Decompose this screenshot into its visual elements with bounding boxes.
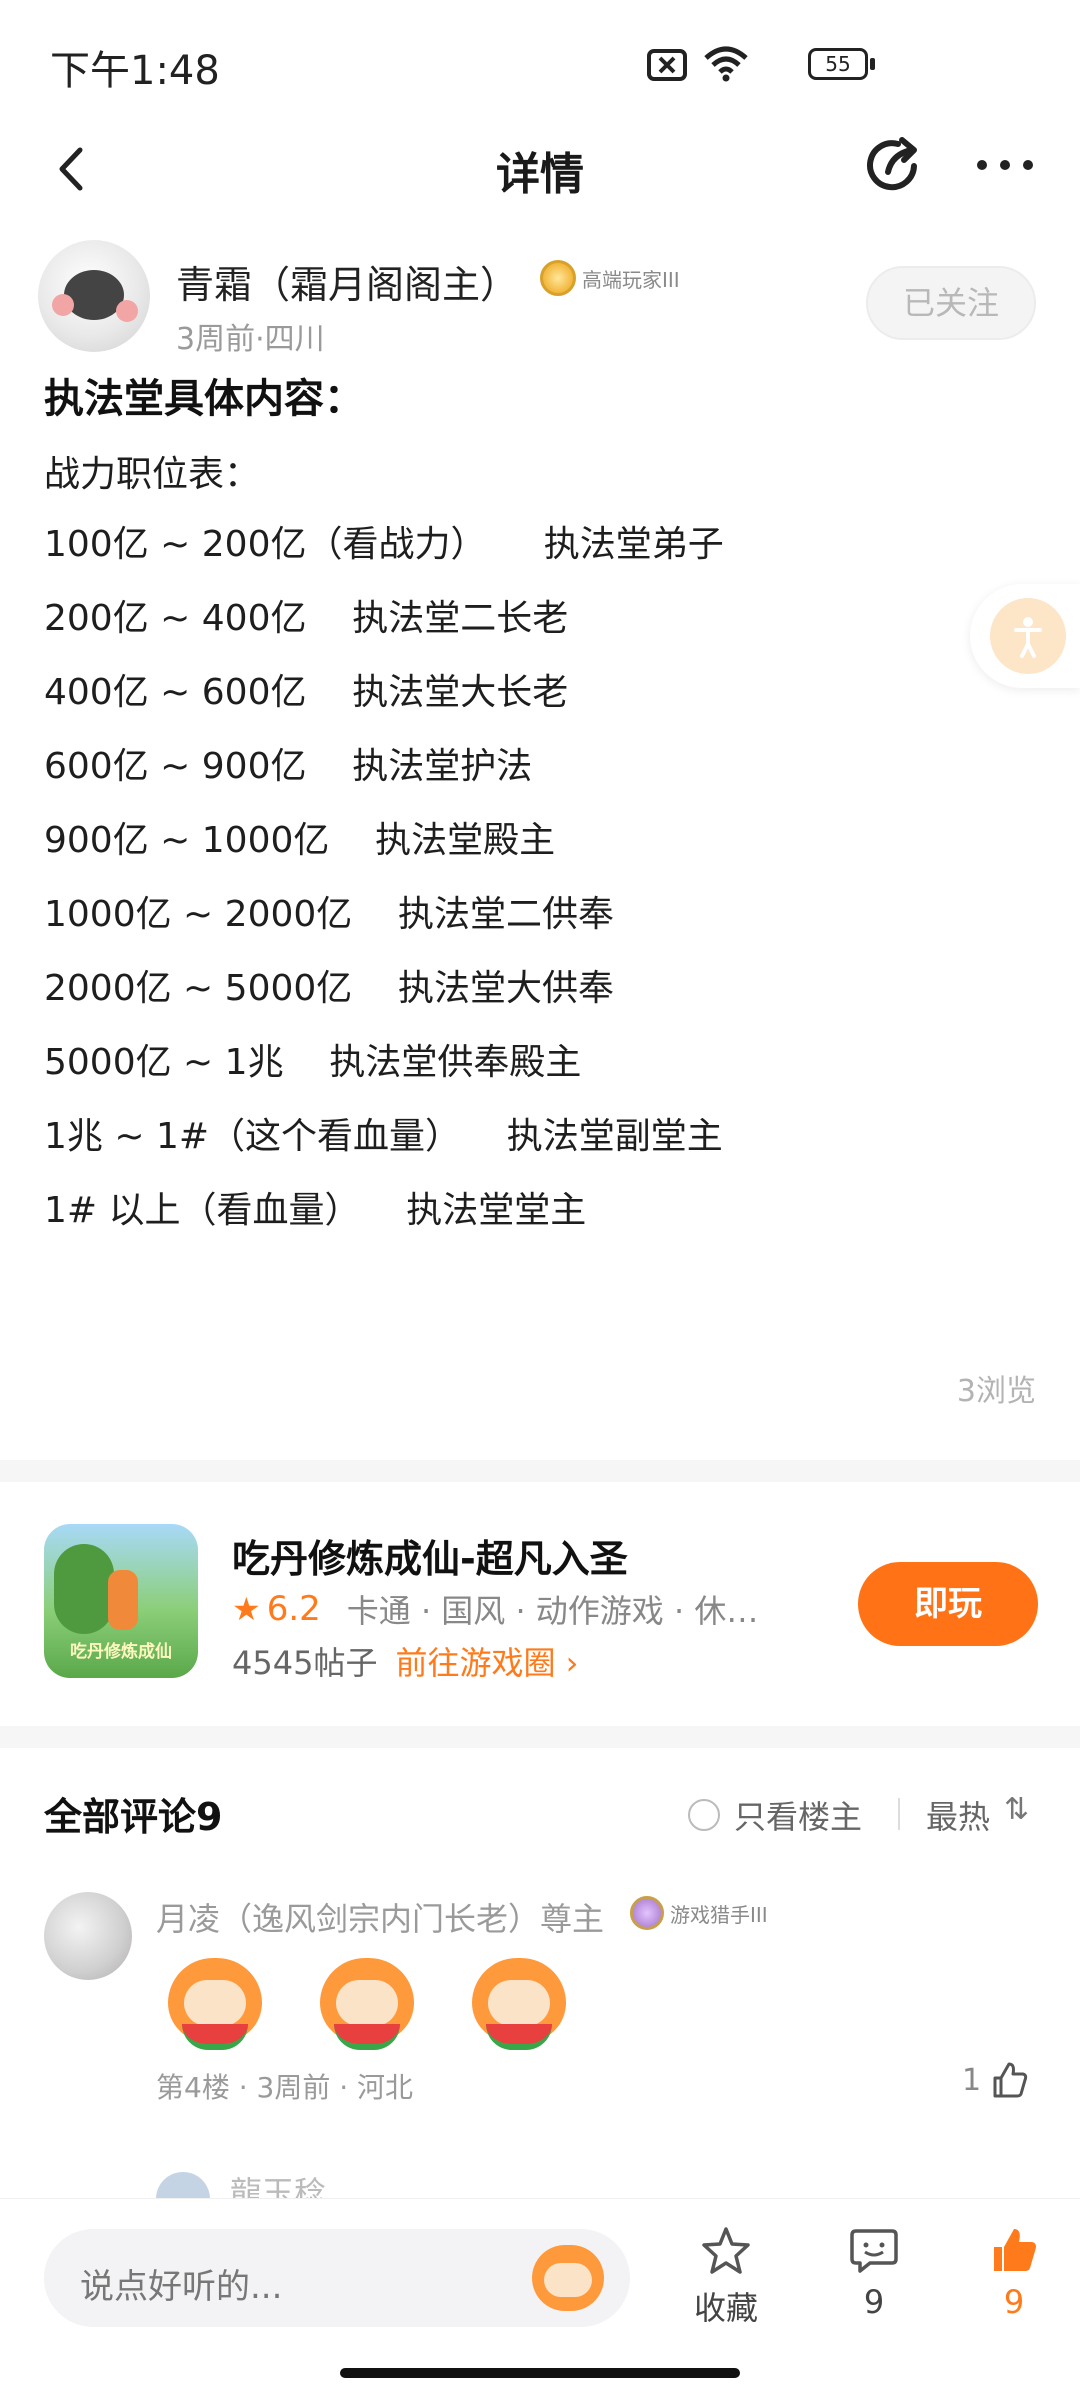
favorite-label: 收藏	[693, 2289, 758, 2327]
thumbs-up-filled-icon	[994, 2229, 1036, 2271]
avatar-face	[64, 270, 124, 320]
game-title[interactable]: 吃丹修炼成仙-超凡入圣	[232, 1528, 628, 1583]
nav-bar: 详情	[0, 120, 1080, 220]
comment-like-count: 1	[962, 2062, 982, 2098]
badge-label: 高端玩家III	[582, 267, 680, 292]
accessibility-icon	[990, 598, 1066, 674]
home-indicator[interactable]	[340, 2368, 740, 2378]
comments-title: 全部评论9	[44, 1795, 223, 1839]
radio-icon	[688, 1799, 720, 1831]
avatar[interactable]	[44, 1892, 132, 1980]
article-heading: 执法堂具体内容：	[44, 376, 364, 422]
section-divider	[0, 1726, 1080, 1748]
game-card[interactable]: 吃丹修炼成仙 吃丹修炼成仙-超凡入圣 ★ 6.2 卡通 · 国风 · 动作游戏 …	[0, 1482, 1080, 1726]
game-circle-link[interactable]: 前往游戏圈 ›	[395, 1638, 578, 1684]
article-line: 1# 以上（看血量） 执法堂堂主	[44, 1190, 587, 1231]
game-tags: 卡通 · 国风 · 动作游戏 · 休…	[346, 1592, 759, 1630]
divider	[898, 1798, 900, 1830]
floating-accessibility-button[interactable]	[970, 584, 1080, 688]
article-line: 1000亿 ~ 2000亿 执法堂二供奉	[44, 894, 615, 935]
author-badge[interactable]: 高端玩家III	[540, 260, 680, 296]
article-body: 执法堂具体内容： 战力职位表： 100亿 ~ 200亿（看战力） 执法堂弟子 2…	[44, 366, 1004, 1248]
game-rating: 6.2	[266, 1589, 321, 1629]
article-line: 2000亿 ~ 5000亿 执法堂大供奉	[44, 968, 615, 1009]
view-count: 3浏览	[956, 1374, 1036, 1409]
author-row: 青霜（霜月阁阁主） 高端玩家III 3周前·四川 已关注	[0, 230, 1080, 360]
play-button[interactable]: 即玩	[858, 1562, 1038, 1646]
star-outline-icon	[702, 2227, 750, 2274]
game-icon-tree	[54, 1544, 114, 1634]
like-count: 9	[1003, 2283, 1025, 2321]
comment-count: 9	[863, 2283, 885, 2321]
only-op-label: 只看楼主	[734, 1798, 863, 1836]
more-icon[interactable]	[970, 130, 1040, 200]
game-post-count: 4545帖子	[232, 1644, 378, 1682]
person-icon	[1014, 617, 1042, 658]
only-op-toggle[interactable]: 只看楼主	[688, 1792, 862, 1838]
article-line: 1兆 ~ 1#（这个看血量） 执法堂副堂主	[44, 1116, 723, 1157]
author-name[interactable]: 青霜（霜月阁阁主）	[176, 254, 518, 309]
follow-button[interactable]: 已关注	[866, 266, 1036, 340]
author-meta: 3周前·四川	[176, 322, 325, 357]
avatar-decor	[52, 294, 74, 316]
sticker-row	[160, 1954, 574, 2054]
sticker-emoji	[160, 1954, 270, 2054]
battery-level: 55	[825, 52, 851, 76]
share-icon[interactable]	[858, 130, 928, 200]
avatar[interactable]	[156, 2172, 210, 2200]
game-icon-figure	[108, 1570, 138, 1630]
emoji-button[interactable]	[528, 2241, 608, 2317]
comment-icon	[850, 2229, 898, 2273]
sticker-emoji	[312, 1954, 422, 2054]
bottom-action-bar: 说点好听的... 收藏 9 9	[0, 2198, 1080, 2400]
game-icon-caption: 吃丹修炼成仙	[70, 1642, 172, 1662]
badge-label: 游戏猎手III	[670, 1902, 768, 1927]
article-line: 900亿 ~ 1000亿 执法堂殿主	[44, 820, 556, 861]
comment-input[interactable]: 说点好听的...	[44, 2229, 630, 2327]
avatar-decor	[116, 300, 138, 322]
comment-author[interactable]: 月凌（逸风剑宗内门长老）尊主	[156, 1894, 604, 1940]
star-icon: ★	[232, 1590, 261, 1628]
comment-like-button[interactable]: 1	[962, 2060, 1029, 2100]
article-line: 100亿 ~ 200亿（看战力） 执法堂弟子	[44, 524, 724, 565]
article-line: 5000亿 ~ 1兆 执法堂供奉殿主	[44, 1042, 582, 1083]
comment-meta: 第4楼 · 3周前 · 河北	[156, 2071, 414, 2104]
comment-item: 月凌（逸风剑宗内门长老）尊主 游戏猎手III 第4楼 · 3周前 · 河北 1	[0, 1880, 1080, 2110]
game-icon[interactable]: 吃丹修炼成仙	[44, 1524, 198, 1678]
battery-icon: 55	[808, 48, 868, 80]
status-bar: 下午1:48 55	[0, 0, 1080, 120]
badge-icon	[630, 1896, 664, 1930]
sticker-emoji	[464, 1954, 574, 2054]
comment-author[interactable]: 龍玉稔	[230, 2168, 326, 2200]
comments-header: 全部评论9 只看楼主 最热 ⇅	[0, 1748, 1080, 1868]
comment-item-partial: 龍玉稔	[0, 2150, 1080, 2200]
sort-icon[interactable]: ⇅	[1004, 1792, 1029, 1827]
article-line: 战力职位表：	[44, 454, 261, 495]
wifi-icon	[704, 46, 748, 82]
sort-button[interactable]: 最热	[926, 1792, 990, 1838]
game-rating-row: ★ 6.2 卡通 · 国风 · 动作游戏 · 休…	[232, 1586, 758, 1632]
article-line: 600亿 ~ 900亿 执法堂护法	[44, 746, 533, 787]
like-button[interactable]: 9	[954, 2225, 1074, 2321]
article-line: 400亿 ~ 600亿 执法堂大长老	[44, 672, 569, 713]
comment-input-placeholder: 说点好听的...	[80, 2267, 283, 2307]
game-posts-row: 4545帖子 前往游戏圈 ›	[232, 1638, 578, 1684]
author-avatar[interactable]	[38, 240, 150, 352]
article-line: 200亿 ~ 400亿 执法堂二长老	[44, 598, 569, 639]
section-divider	[0, 1460, 1080, 1482]
status-time: 下午1:48	[50, 48, 220, 94]
battery-tip	[870, 58, 875, 70]
sim-error-icon	[647, 49, 687, 81]
badge-icon	[540, 260, 576, 296]
comment-badge[interactable]: 游戏猎手III	[630, 1896, 768, 1930]
comment-button[interactable]: 9	[814, 2225, 934, 2321]
thumbs-up-icon	[993, 2062, 1028, 2098]
favorite-button[interactable]: 收藏	[666, 2225, 786, 2329]
